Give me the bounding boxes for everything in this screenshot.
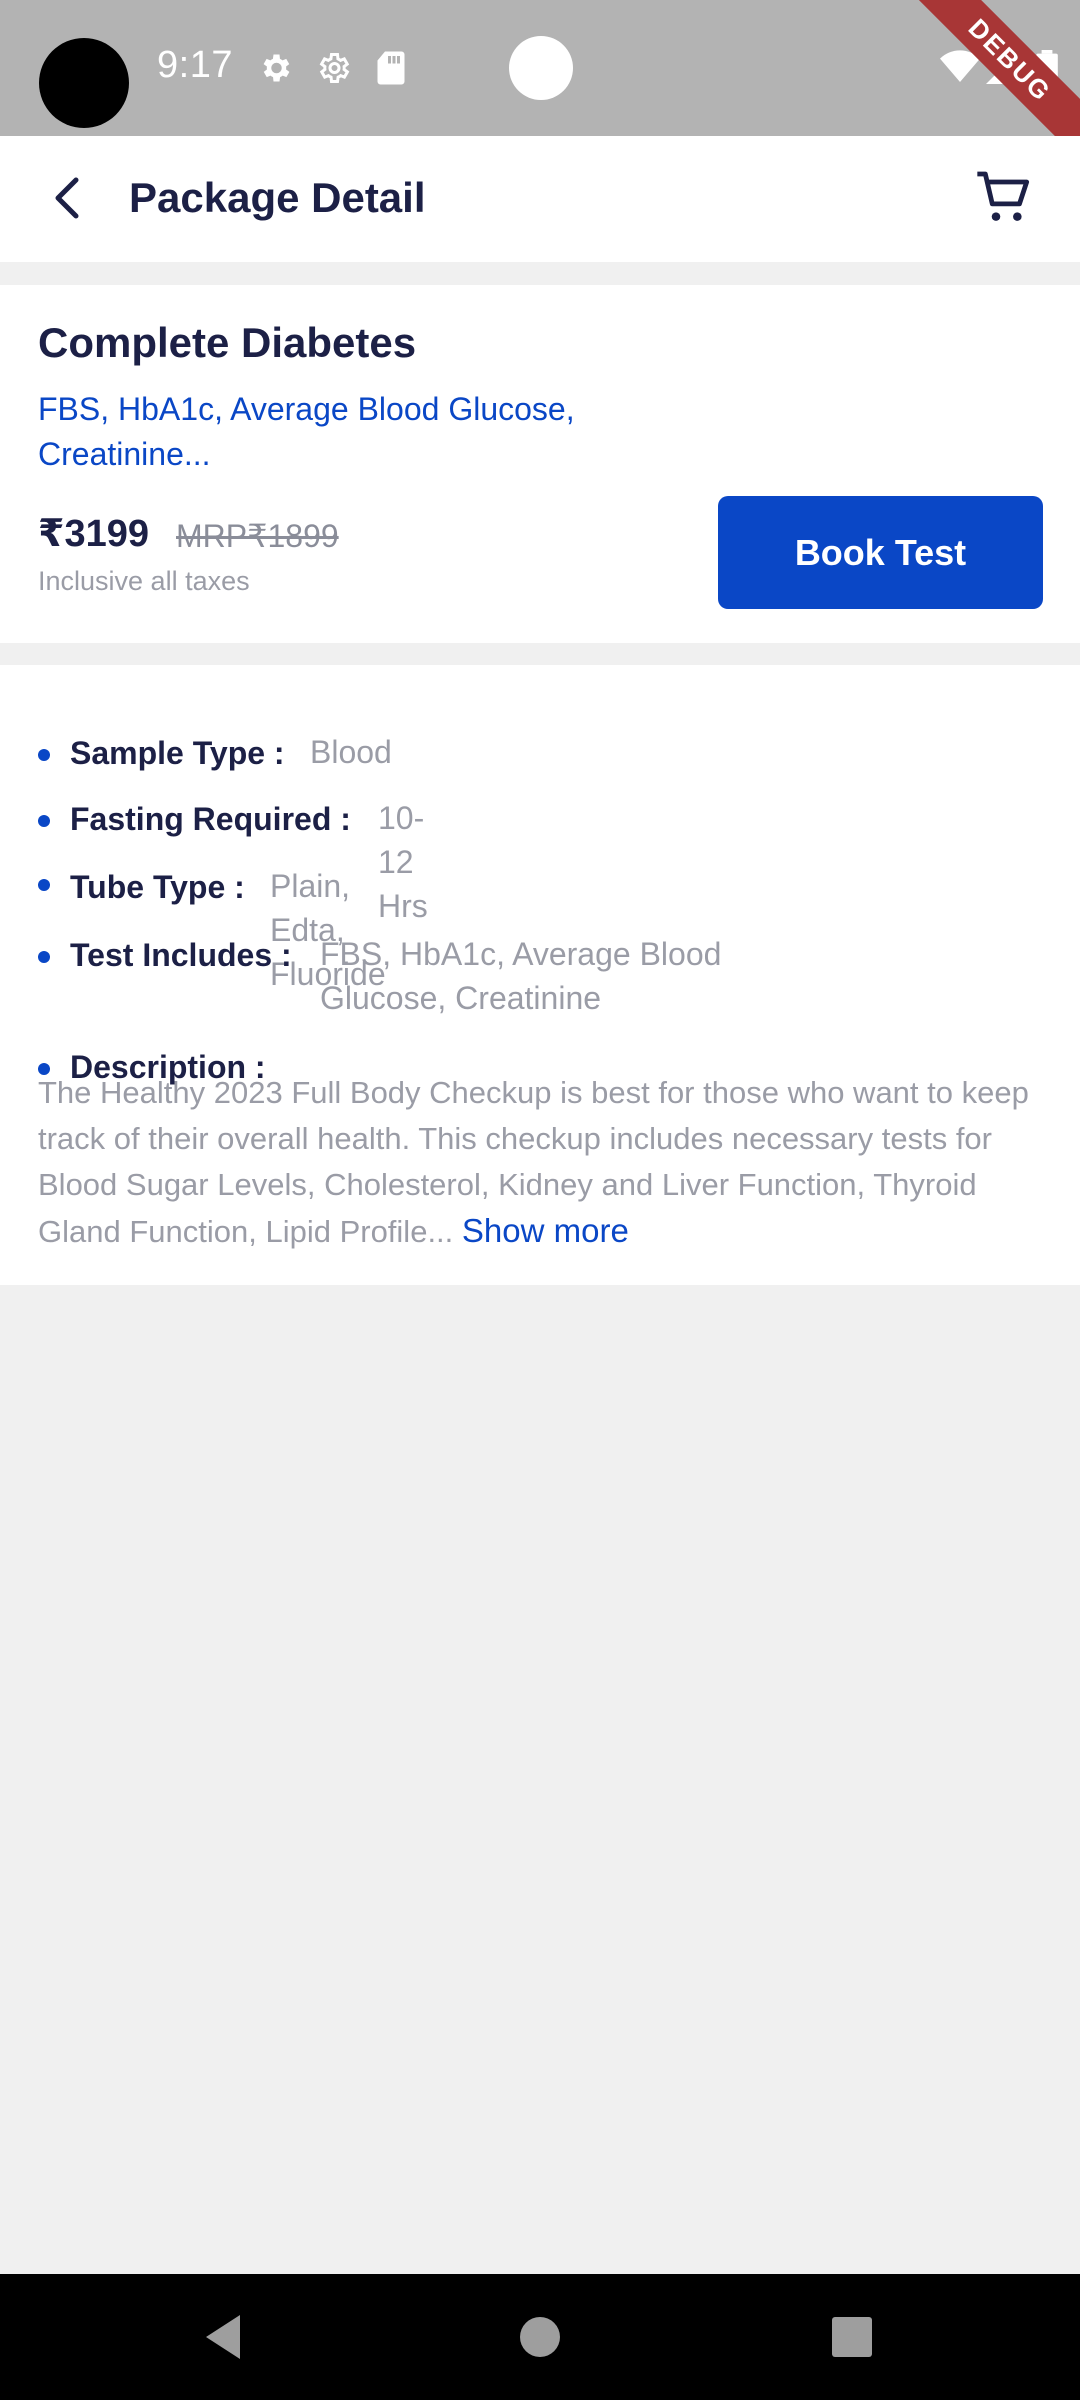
settings-icon: [257, 50, 293, 91]
sd-card-icon: [375, 50, 407, 91]
detail-label: Sample Type :: [70, 735, 285, 771]
package-details-card: Sample Type : Blood Fasting Required : 1…: [0, 665, 1080, 1285]
book-test-button[interactable]: Book Test: [718, 496, 1043, 609]
package-price: ₹3199: [38, 513, 149, 555]
nav-back-icon: [206, 2315, 240, 2359]
tax-note: Inclusive all taxes: [38, 566, 250, 596]
detail-value: Blood: [310, 734, 392, 770]
camera-cutout: [39, 38, 129, 128]
package-mrp: MRP₹1899: [176, 518, 339, 554]
bullet-icon: [38, 815, 50, 827]
nav-recents-icon: [832, 2317, 872, 2357]
detail-label: Tube Type :: [70, 869, 245, 905]
description-text: The Healthy 2023 Full Body Checkup is be…: [38, 1070, 1048, 1255]
detail-value: FBS, HbA1c, Average Blood Glucose, Creat…: [320, 932, 780, 1020]
nav-home-button[interactable]: [510, 2307, 570, 2367]
bullet-icon: [38, 879, 50, 891]
cart-button[interactable]: [972, 166, 1036, 230]
page-title: Package Detail: [129, 174, 426, 221]
detail-label: Fasting Required :: [70, 801, 351, 837]
nav-home-icon: [520, 2317, 560, 2357]
nav-back-button[interactable]: [196, 2307, 256, 2367]
bullet-icon: [38, 951, 50, 963]
bullet-icon: [38, 749, 50, 761]
tests-summary-line: FBS, HbA1c, Average Blood Glucose,: [38, 391, 575, 427]
package-name: Complete Diabetes: [38, 319, 417, 366]
back-button[interactable]: [36, 166, 100, 230]
detail-label: Test Includes :: [70, 937, 292, 973]
package-tests-summary: FBS, HbA1c, Average Blood Glucose, Creat…: [38, 387, 638, 477]
status-time: 9:17: [157, 44, 233, 86]
cart-icon: [977, 171, 1030, 221]
back-arrow-icon: [55, 177, 79, 219]
app-bar: Package Detail: [0, 136, 1080, 262]
status-indicator-dot: [509, 36, 573, 100]
settings-outline-icon: [315, 50, 351, 91]
system-navigation-bar: [0, 2274, 1080, 2400]
status-bar: 9:17 DEBUG: [0, 0, 1080, 136]
package-summary-card: Complete Diabetes FBS, HbA1c, Average Bl…: [0, 285, 1080, 643]
detail-value-line: Glucose, Creatinine: [320, 980, 602, 1016]
nav-recents-button[interactable]: [822, 2307, 882, 2367]
detail-value-line: FBS, HbA1c, Average Blood: [320, 936, 722, 972]
show-more-link[interactable]: Show more: [462, 1212, 629, 1249]
tests-summary-line: Creatinine...: [38, 436, 211, 472]
